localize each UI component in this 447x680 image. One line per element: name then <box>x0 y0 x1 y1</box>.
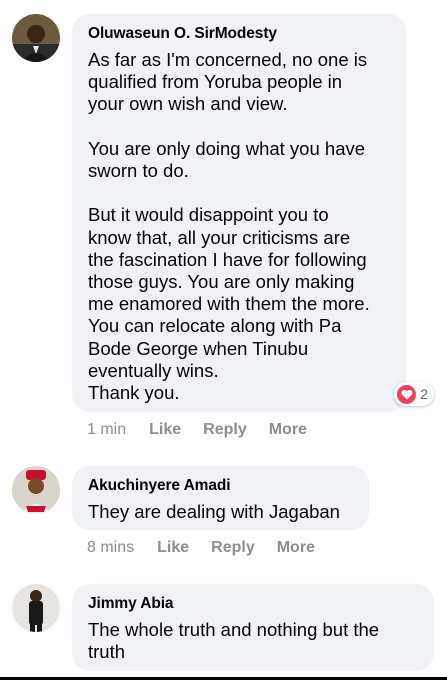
comment-text: The whole truth and nothing but the trut… <box>88 619 380 663</box>
comment-bubble: Akuchinyere Amadi They are dealing with … <box>72 466 369 530</box>
more-button[interactable]: More <box>269 421 307 439</box>
avatar[interactable] <box>12 466 60 514</box>
comment-author[interactable]: Akuchinyere Amadi <box>88 476 355 496</box>
more-button[interactable]: More <box>277 539 315 557</box>
comment-actions: 1 min Like Reply More <box>87 421 307 439</box>
avatar[interactable] <box>12 584 60 632</box>
like-button[interactable]: Like <box>157 539 189 557</box>
comment-author[interactable]: Oluwaseun O. SirModesty <box>88 24 392 44</box>
like-button[interactable]: Like <box>149 421 181 439</box>
reaction-summary[interactable]: 2 <box>394 382 434 406</box>
avatar[interactable] <box>12 14 60 62</box>
comment-bubble: Jimmy Abia The whole truth and nothing b… <box>72 584 434 671</box>
comment-text: As far as I'm concerned, no one is quali… <box>88 49 370 404</box>
reply-button[interactable]: Reply <box>211 539 255 557</box>
reply-button[interactable]: Reply <box>203 421 247 439</box>
comment-timestamp[interactable]: 8 mins <box>87 539 134 557</box>
comment-timestamp[interactable]: 1 min <box>87 421 126 439</box>
comment-author[interactable]: Jimmy Abia <box>88 594 420 614</box>
heart-love-icon <box>397 384 417 404</box>
reaction-count: 2 <box>420 386 428 402</box>
comment-text: They are dealing with Jagaban <box>88 501 340 522</box>
comment-bubble: Oluwaseun O. SirModesty As far as I'm co… <box>72 14 434 412</box>
comment-actions: 8 mins Like Reply More <box>87 539 315 557</box>
